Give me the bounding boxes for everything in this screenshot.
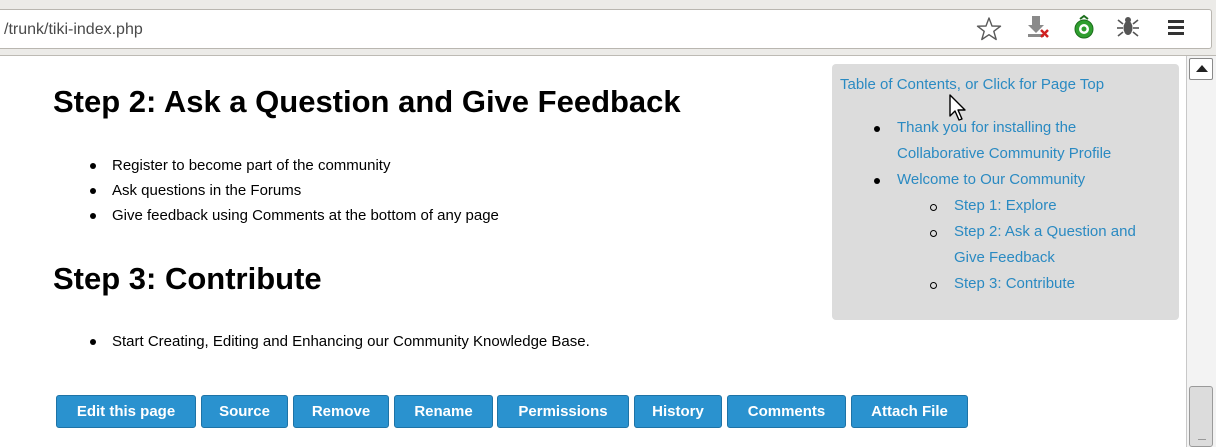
toc-sub-bullet: [930, 204, 937, 211]
scrollbar-track[interactable]: [1189, 82, 1213, 382]
toc-subitem-step1[interactable]: Step 1: Explore: [954, 193, 1057, 219]
remove-button[interactable]: Remove: [293, 395, 389, 428]
bookmark-star-icon[interactable]: [975, 15, 1003, 43]
step2-list: Register to become part of the community…: [85, 153, 499, 228]
step3-list: Start Creating, Editing and Enhancing ou…: [85, 329, 590, 354]
green-addon-icon[interactable]: [1071, 14, 1097, 40]
scroll-up-button[interactable]: [1189, 58, 1213, 80]
vertical-scrollbar[interactable]: [1186, 56, 1216, 447]
step2-heading: Step 2: Ask a Question and Give Feedback: [53, 84, 681, 119]
toc-item-thank-you[interactable]: Thank you for installing the Collaborati…: [897, 115, 1111, 167]
toc-bullet: [874, 126, 880, 132]
list-item: Start Creating, Editing and Enhancing ou…: [85, 329, 590, 354]
list-item: Ask questions in the Forums: [85, 178, 499, 203]
comments-button[interactable]: Comments: [727, 395, 846, 428]
toc-sub-bullet: [930, 230, 937, 237]
table-of-contents: Table of Contents, or Click for Page Top…: [832, 64, 1179, 320]
address-bar-url[interactable]: /trunk/tiki-index.php: [4, 21, 143, 39]
history-button[interactable]: History: [634, 395, 722, 428]
toc-item-welcome[interactable]: Welcome to Our Community: [897, 167, 1085, 193]
toc-item-label: Collaborative Community Profile: [897, 145, 1112, 162]
step3-heading: Step 3: Contribute: [53, 261, 322, 296]
scrollbar-grip: [1198, 439, 1206, 440]
edit-page-button[interactable]: Edit this page: [56, 395, 196, 428]
bug-icon[interactable]: [1115, 14, 1141, 40]
toc-sub-bullet: [930, 282, 937, 289]
mouse-cursor-icon: [948, 94, 970, 124]
toc-item-label: Thank you for installing the: [897, 119, 1077, 136]
list-item: Give feedback using Comments at the bott…: [85, 203, 499, 228]
attach-file-button[interactable]: Attach File: [851, 395, 968, 428]
menu-icon[interactable]: [1163, 14, 1189, 40]
list-item: Register to become part of the community: [85, 153, 499, 178]
toc-item-label: Step 2: Ask a Question and: [954, 223, 1136, 240]
browser-toolbar: /trunk/tiki-index.php: [0, 0, 1216, 56]
toc-bullet: [874, 178, 880, 184]
toc-subitem-step2[interactable]: Step 2: Ask a Question and Give Feedback: [954, 219, 1136, 271]
permissions-button[interactable]: Permissions: [497, 395, 629, 428]
page-viewport: Step 2: Ask a Question and Give Feedback…: [0, 56, 1186, 447]
toc-item-label: Give Feedback: [954, 249, 1055, 266]
toc-subitem-step3[interactable]: Step 3: Contribute: [954, 271, 1075, 297]
scrollbar-thumb[interactable]: [1189, 386, 1213, 447]
rename-button[interactable]: Rename: [394, 395, 493, 428]
toc-title-link[interactable]: Table of Contents, or Click for Page Top: [840, 76, 1104, 93]
download-blocked-icon[interactable]: [1025, 14, 1051, 40]
source-button[interactable]: Source: [201, 395, 288, 428]
